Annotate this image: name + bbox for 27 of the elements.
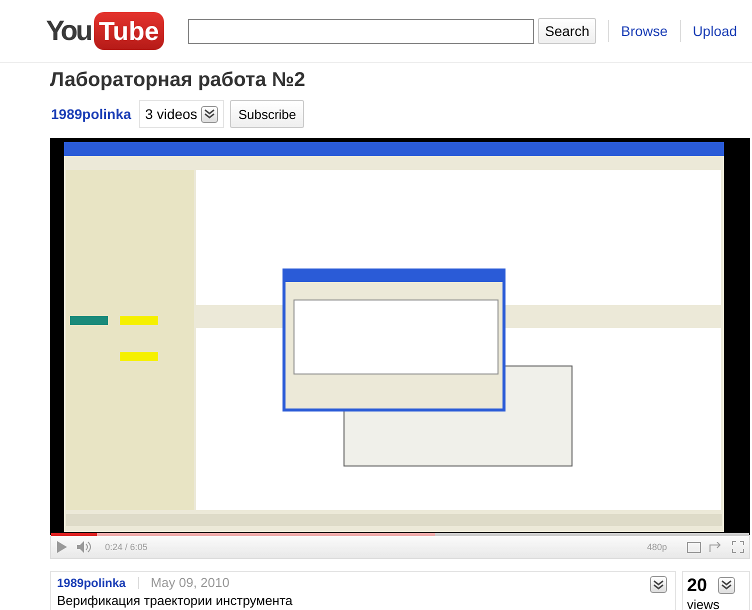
more-info-button[interactable]: [650, 576, 667, 593]
chevron-icon: [720, 580, 732, 590]
video-title: Лабораторная работа №2: [50, 69, 306, 92]
nav-link[interactable]: Upload: [692, 23, 738, 39]
stats-button[interactable]: [718, 576, 735, 594]
channel-link[interactable]: 1989polinka: [51, 106, 132, 122]
chevron-icon: [204, 109, 216, 119]
views-count: 20: [687, 574, 708, 596]
speaker-icon: [77, 541, 91, 553]
play-icon: [57, 541, 67, 553]
youtube-logo[interactable]: You Tube: [45, 8, 165, 54]
fullscreen-icon: [732, 541, 744, 553]
popout-icon: [687, 542, 701, 552]
time-display: 0:24 / 6:05: [105, 542, 149, 552]
subscribe-button[interactable]: Subscribe: [230, 100, 304, 128]
author-link[interactable]: 1989polinka: [57, 576, 126, 590]
video-description: Верификация траектории инструмента: [57, 593, 294, 608]
upload-date: May 09, 2010: [150, 575, 230, 590]
videos-box: 3 videos: [139, 100, 224, 128]
arrow-icon: [709, 542, 723, 552]
progress-track[interactable]: [51, 533, 749, 536]
search-button[interactable]: Search: [538, 18, 596, 44]
views-label: views: [687, 596, 721, 610]
expand-button[interactable]: [201, 106, 218, 122]
search-field[interactable]: [188, 18, 534, 44]
chevron-icon: [653, 580, 664, 590]
nav-link[interactable]: Browse: [621, 23, 668, 39]
